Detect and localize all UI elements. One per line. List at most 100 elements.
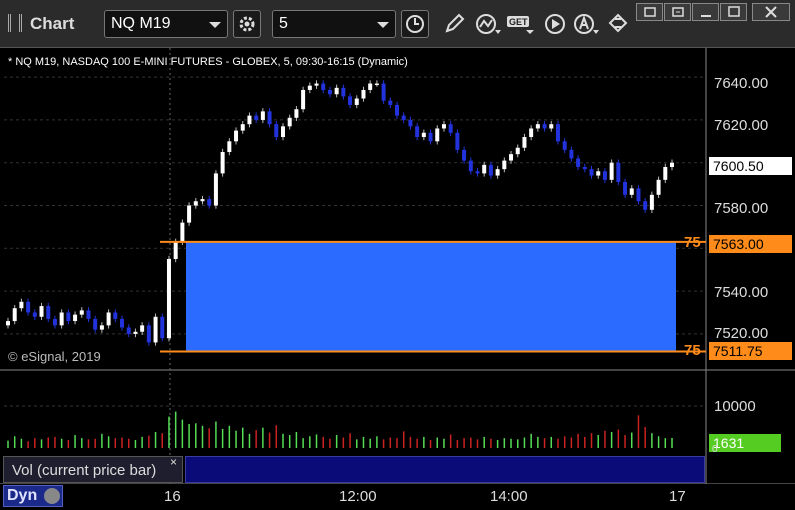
studies-button[interactable] (474, 10, 502, 38)
candle-body (287, 117, 292, 127)
price-chart[interactable] (0, 48, 795, 510)
chart-description: * NQ M19, NASDAQ 100 E-MINI FUTURES - GL… (8, 56, 408, 68)
interval-value: 5 (279, 15, 288, 32)
candle-body (26, 301, 31, 313)
candle-body (441, 124, 446, 129)
candle-body (623, 181, 628, 195)
window-title: Chart (30, 14, 75, 33)
candle-body (66, 312, 71, 322)
candle-body (334, 87, 339, 95)
candle-body (126, 327, 131, 334)
candle-body (663, 166, 668, 180)
candle-body (140, 325, 145, 332)
candle-body (240, 124, 245, 131)
chevron-down-icon (209, 22, 221, 28)
candle-body (388, 100, 393, 105)
candle-body (361, 89, 366, 99)
upper-alert-tag[interactable]: 75 (684, 234, 701, 251)
alert-zone[interactable] (186, 241, 676, 352)
link-button[interactable] (604, 10, 632, 38)
volume-legend[interactable]: Vol (current price bar) (3, 456, 183, 483)
alert-a-icon (574, 14, 599, 34)
candle-body (502, 160, 507, 170)
candle-body (254, 115, 259, 120)
candle-body (160, 316, 165, 339)
candle-body (294, 109, 299, 118)
alerts-button[interactable] (572, 10, 600, 38)
pin-button[interactable] (636, 3, 663, 21)
candle-body (187, 205, 192, 223)
draw-tool-button[interactable] (440, 10, 468, 38)
candle-body (576, 158, 581, 167)
interval-combo[interactable]: 5 (272, 10, 396, 38)
candle-body (354, 98, 359, 105)
candle-body (555, 124, 560, 142)
time-label: 12:00 (339, 488, 377, 505)
lower-alert-tag[interactable]: 75 (684, 342, 701, 359)
minimize-icon (700, 15, 711, 17)
candle-body (509, 154, 514, 161)
candle-body (348, 96, 353, 105)
lock-icon[interactable] (44, 488, 60, 504)
candle-body (515, 147, 520, 155)
candle-body (106, 312, 111, 326)
candle-body (401, 115, 406, 120)
candle-body (562, 141, 567, 150)
candle-body (19, 301, 24, 309)
candle-body (234, 130, 239, 142)
candle-body (656, 179, 661, 195)
candle-body (314, 83, 319, 86)
candle-body (569, 149, 574, 159)
current-price-box: 7600.50 (709, 157, 792, 175)
candle-body (629, 188, 634, 195)
get-label: GET (509, 17, 528, 27)
chart-line-icon (476, 14, 501, 34)
candle-body (455, 132, 460, 150)
lower-alert-box[interactable]: 7511.75 (709, 342, 792, 360)
candle-body (321, 83, 326, 90)
price-label: 7540.00 (714, 284, 769, 301)
close-button[interactable] (752, 3, 790, 21)
price-label: 7620.00 (714, 117, 769, 134)
candle-body (428, 132, 433, 142)
interval-settings-button[interactable] (401, 10, 429, 38)
dynamic-label: Dyn (7, 487, 38, 504)
candle-body (448, 124, 453, 133)
candle-body (52, 318, 57, 326)
symbol-combo[interactable]: NQ M19 (104, 10, 228, 38)
candle-body (260, 111, 265, 120)
gear-icon (239, 16, 255, 32)
candle-body (12, 308, 17, 322)
candle-body (368, 83, 373, 90)
time-label: 14:00 (490, 488, 528, 505)
candle-body (86, 310, 91, 319)
play-icon (545, 14, 565, 34)
candle-body (475, 171, 480, 174)
close-study-icon[interactable]: × (170, 455, 177, 469)
candle-body (46, 306, 51, 319)
candle-body (636, 188, 641, 202)
price-label: 7580.00 (714, 200, 769, 217)
candle-body (193, 201, 198, 206)
time-label: 16 (164, 488, 181, 505)
minimize-button[interactable] (692, 3, 719, 21)
candle-body (267, 111, 272, 125)
candle-body (113, 312, 118, 319)
candle-body (670, 162, 674, 167)
replay-button[interactable] (541, 10, 569, 38)
maximize-button[interactable] (720, 3, 747, 21)
upper-alert-box[interactable]: 7563.00 (709, 235, 792, 253)
candle-body (93, 318, 98, 330)
get-data-button[interactable]: GET (506, 10, 536, 38)
candle-body (153, 316, 158, 343)
candle-body (73, 314, 78, 322)
pin-icon (643, 7, 656, 17)
symbol-settings-button[interactable] (233, 10, 261, 38)
clock-icon (406, 15, 424, 33)
candle-body (173, 241, 178, 260)
chart-toolbar: Chart NQ M19 5 GET (0, 0, 795, 48)
candle-body (529, 128, 534, 138)
candle-body (99, 325, 104, 330)
restore-button[interactable] (664, 3, 691, 21)
drag-grip-icon[interactable] (8, 14, 22, 32)
